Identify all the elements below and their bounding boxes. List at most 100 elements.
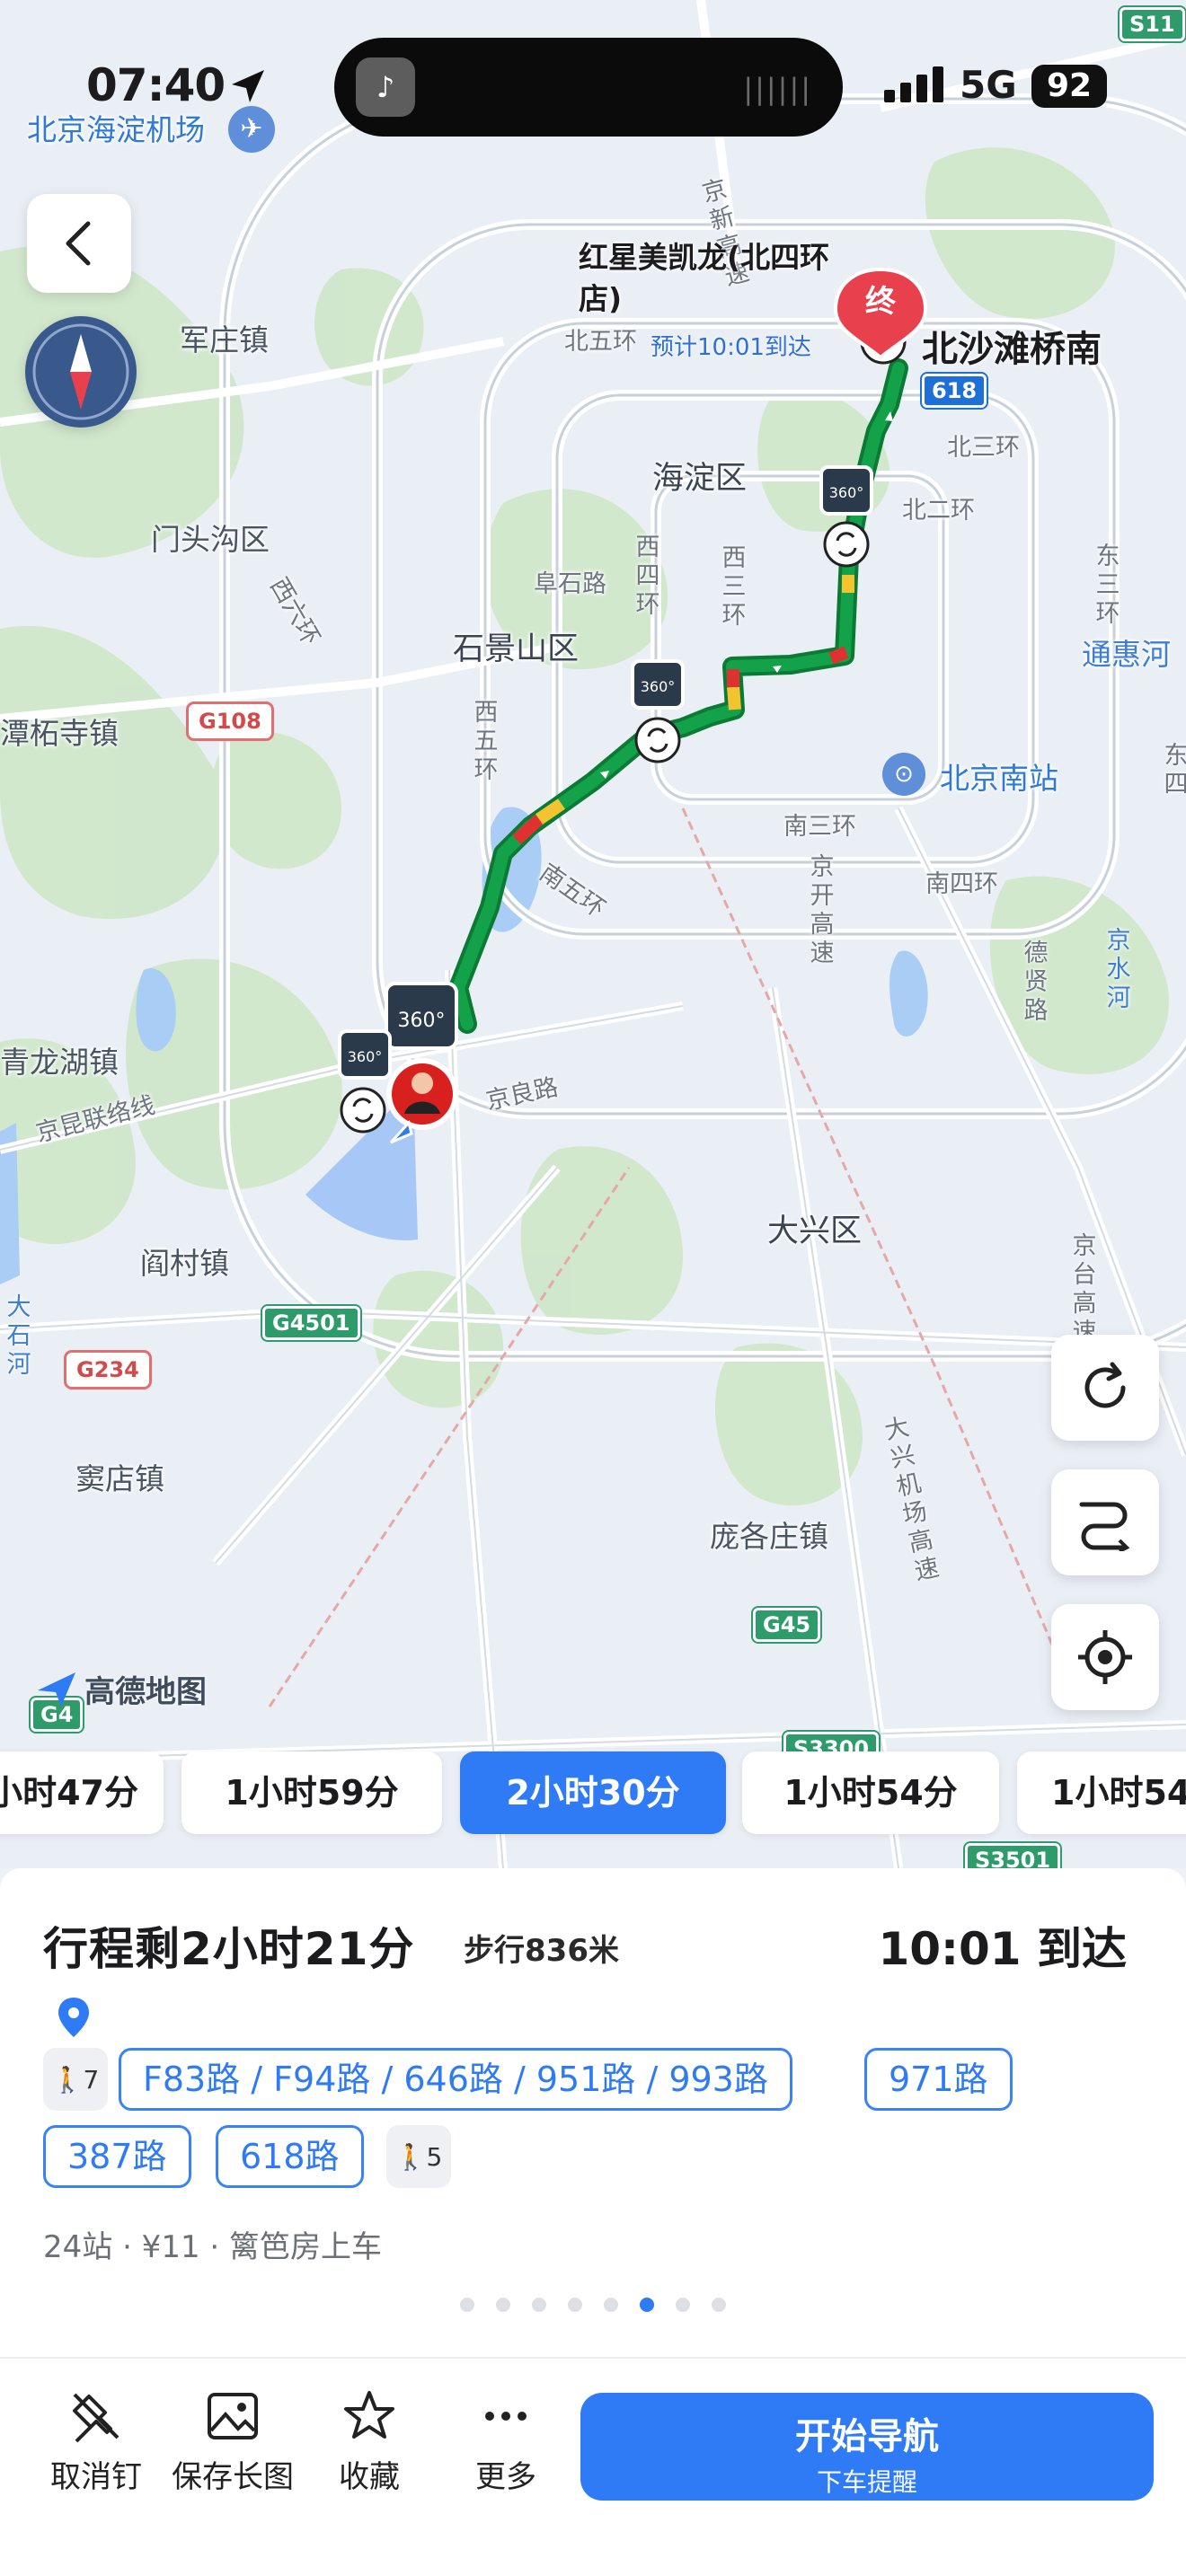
- start-navigation-label: 开始导航: [795, 2416, 939, 2457]
- map-label-yancun: 阎村镇: [140, 1246, 229, 1281]
- map-label-haidian: 海淀区: [652, 461, 748, 497]
- unpin-label: 取消钉: [50, 2459, 142, 2495]
- route-detail-sheet[interactable]: 行程剩2小时21分 步行836米 10:01 到达 🚶 7 F83路 / F94路…: [0, 1868, 1186, 2357]
- signal-icon: [884, 66, 943, 102]
- dynamic-island: ♪ ||||||: [334, 38, 843, 137]
- map-label-xisihuan: 西四环: [635, 534, 660, 619]
- route-tab-4[interactable]: 1小时54分: [742, 1751, 999, 1834]
- walk-icon: 🚶: [394, 2141, 427, 2172]
- favorite-button[interactable]: 收藏: [302, 2389, 437, 2496]
- map-label-qinglonghu: 青龙湖镇: [0, 1045, 119, 1080]
- map-label-shijingshan: 石景山区: [453, 631, 580, 667]
- svg-text:360°: 360°: [398, 1010, 446, 1032]
- page-dot[interactable]: [460, 2298, 474, 2312]
- map-label-beierhuan: 北二环: [902, 497, 975, 525]
- page-dot[interactable]: [604, 2298, 618, 2312]
- save-image-button[interactable]: 保存长图: [165, 2389, 300, 2496]
- walk-start-minutes: 7: [83, 2064, 100, 2095]
- route-tab-2[interactable]: 1小时59分: [181, 1751, 442, 1834]
- map-label-dongsanhuan: 东三环: [1095, 543, 1120, 628]
- bottom-action-bar: 取消钉 保存长图 收藏 更多 开始导航 下车提醒: [0, 2357, 1186, 2576]
- bus-route-chip-2[interactable]: 971路: [864, 2048, 1013, 2111]
- start-navigation-button[interactable]: 开始导航 下车提醒: [580, 2393, 1154, 2501]
- arrival-time: 10:01 到达: [878, 1923, 1127, 1975]
- train-station-icon: ⊙: [882, 753, 925, 796]
- speaker-icon: ♪: [356, 57, 415, 117]
- walk-end-chip: 🚶 5: [386, 2125, 451, 2188]
- back-button[interactable]: [27, 194, 131, 293]
- audio-wave-icon: ||||||: [743, 72, 812, 106]
- route-tab-3[interactable]: 2小时30分: [460, 1751, 726, 1834]
- map-label-tonghuihe: 通惠河: [1082, 637, 1171, 672]
- bus-route-chip-4[interactable]: 618路: [216, 2125, 364, 2188]
- compass-button[interactable]: [25, 316, 137, 428]
- map-label-fushilu: 阜石路: [534, 570, 606, 598]
- map-label-mentougou: 门头沟区: [151, 522, 270, 557]
- destination-station[interactable]: 北沙滩桥南: [922, 320, 1102, 372]
- locate-me-button[interactable]: [1051, 1604, 1159, 1710]
- highway-shield-s11: S11: [1120, 7, 1185, 41]
- end-marker-label[interactable]: 终: [855, 277, 906, 321]
- airport-icon: ✈: [228, 106, 275, 153]
- location-arrow-icon: [232, 70, 264, 102]
- network-type: 5G: [960, 63, 1017, 107]
- more-button[interactable]: 更多: [438, 2389, 573, 2496]
- page-dot-active[interactable]: [640, 2298, 654, 2312]
- map-label-dexian: 德贤路: [1023, 940, 1049, 1025]
- map-label-douzhuang: 窦店镇: [75, 1461, 164, 1496]
- map-label-nansanhuan: 南三环: [783, 813, 856, 841]
- map-view[interactable]: 360° 360° 360° 360° 北京海淀机场 ✈ 军庄镇 门头沟区 海淀…: [0, 0, 1186, 1877]
- svg-text:360°: 360°: [641, 678, 676, 695]
- svg-text:360°: 360°: [829, 484, 864, 501]
- amap-logo-text: 高德地图: [84, 1674, 207, 1710]
- route-shield-618: 618: [922, 374, 987, 408]
- map-label-panggezhuang: 庞各庄镇: [710, 1519, 828, 1554]
- map-label-jingshui: 京水河: [1106, 927, 1131, 1012]
- route-options-tabs: 1小时47分 1小时59分 2小时30分 1小时54分 1小时54分: [0, 1751, 1186, 1841]
- unpin-icon: [73, 2393, 119, 2443]
- map-label-dahe: 大石河: [6, 1293, 31, 1379]
- walk-icon: 🚶: [51, 2064, 84, 2095]
- image-icon: [208, 2393, 258, 2439]
- refresh-icon: [1084, 1362, 1126, 1408]
- walk-end-minutes: 5: [426, 2141, 443, 2172]
- page-dot[interactable]: [712, 2298, 726, 2312]
- route-tab-5[interactable]: 1小时54分: [1017, 1751, 1186, 1834]
- destination-eta: 预计10:01到达: [651, 334, 811, 361]
- map-label-beisanhuan: 北三环: [947, 434, 1020, 462]
- page-dot[interactable]: [496, 2298, 510, 2312]
- highway-shield-g4501: G4501: [262, 1306, 360, 1340]
- page-indicator: [0, 2298, 1186, 2316]
- map-label-nansihuan: 南四环: [925, 870, 998, 898]
- map-label-beiwuhuan: 北五环: [564, 328, 637, 356]
- map-label-beijing-south: 北京南站: [940, 761, 1058, 796]
- refresh-button[interactable]: [1051, 1335, 1159, 1441]
- destination-name[interactable]: 红星美凯龙(北四环店): [579, 237, 839, 320]
- more-label: 更多: [475, 2459, 536, 2495]
- battery-level: 92: [1031, 65, 1107, 108]
- trip-duration: 行程剩2小时21分: [43, 1923, 415, 1975]
- route-overview-button[interactable]: [1051, 1469, 1159, 1575]
- page-dot[interactable]: [568, 2298, 582, 2312]
- route-icon: [1079, 1502, 1130, 1551]
- walk-distance: 步行836米: [464, 1933, 619, 1969]
- compass-icon: [32, 323, 129, 420]
- map-label-xiwuhuan: 西五环: [474, 699, 499, 784]
- highway-shield-g234: G234: [66, 1353, 149, 1387]
- bus-route-chip-1[interactable]: F83路 / F94路 / 646路 / 951路 / 993路: [119, 2048, 792, 2111]
- alight-reminder-label: 下车提醒: [816, 2467, 917, 2497]
- route-tab-1[interactable]: 1小时47分: [0, 1751, 164, 1834]
- more-dots-icon: [485, 2412, 527, 2421]
- star-icon: [344, 2391, 394, 2439]
- svg-text:360°: 360°: [348, 1048, 383, 1065]
- page-dot[interactable]: [532, 2298, 546, 2312]
- map-label-junzhuang: 军庄镇: [180, 322, 269, 357]
- unpin-button[interactable]: 取消钉: [29, 2389, 164, 2496]
- map-label-xisanhuan: 西三环: [721, 544, 747, 630]
- location-pin-icon: [58, 1998, 89, 2037]
- bus-route-chip-3[interactable]: 387路: [43, 2125, 191, 2188]
- status-time: 07:40: [86, 59, 226, 111]
- trip-meta: 24站 · ¥11 · 篱笆房上车: [43, 2229, 383, 2265]
- page-dot[interactable]: [676, 2298, 690, 2312]
- map-label-tanzhesi: 潭柘寺镇: [0, 716, 119, 751]
